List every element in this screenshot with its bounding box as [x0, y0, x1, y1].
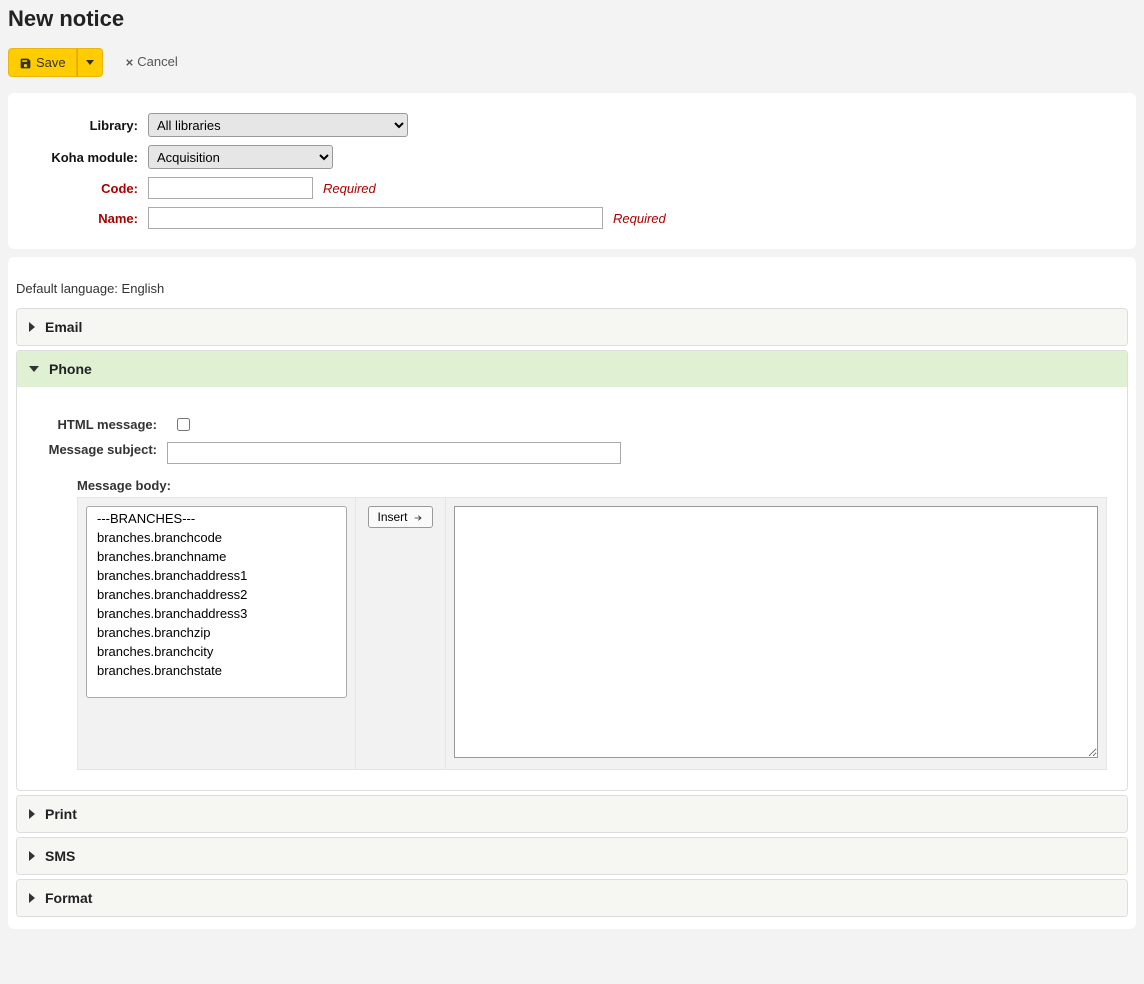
name-label: Name:: [28, 211, 148, 226]
library-label: Library:: [28, 118, 148, 133]
fields-list[interactable]: ---BRANCHES---branches.branchcodebranche…: [86, 506, 347, 698]
close-icon: [124, 54, 135, 69]
save-button-label: Save: [36, 55, 66, 70]
html-message-label: HTML message:: [37, 417, 167, 432]
html-message-checkbox[interactable]: [177, 418, 190, 431]
code-input[interactable]: [148, 177, 313, 199]
chevron-right-icon: [29, 893, 35, 903]
body-label: Message body:: [77, 478, 1107, 493]
section-format-header[interactable]: Format: [17, 880, 1127, 916]
section-phone: Phone HTML message: Message subject: Mes…: [16, 350, 1128, 791]
section-phone-title: Phone: [49, 361, 92, 377]
transports-panel: Default language: English Email Phone HT…: [8, 257, 1136, 929]
chevron-down-icon: [29, 366, 39, 372]
insert-button-label: Insert: [377, 510, 407, 524]
section-format: Format: [16, 879, 1128, 917]
insert-button[interactable]: Insert: [368, 506, 432, 528]
section-email: Email: [16, 308, 1128, 346]
section-email-title: Email: [45, 319, 82, 335]
default-language: Default language: English: [16, 281, 1128, 296]
chevron-right-icon: [29, 851, 35, 861]
module-label: Koha module:: [28, 150, 148, 165]
chevron-right-icon: [29, 809, 35, 819]
subject-label: Message subject:: [37, 442, 167, 458]
body-grid: ---BRANCHES---branches.branchcodebranche…: [77, 497, 1107, 770]
page-title: New notice: [8, 0, 1136, 32]
insert-column: Insert: [356, 498, 446, 769]
body-textarea[interactable]: [454, 506, 1098, 758]
name-required: Required: [613, 211, 666, 226]
caret-down-icon: [86, 60, 94, 65]
code-label: Code:: [28, 181, 148, 196]
section-phone-body: HTML message: Message subject: Message b…: [17, 387, 1127, 790]
editor-column: [446, 498, 1106, 769]
save-icon: [19, 55, 32, 70]
section-format-title: Format: [45, 890, 92, 906]
chevron-right-icon: [29, 322, 35, 332]
module-select[interactable]: Acquisition: [148, 145, 333, 169]
cancel-button-label: Cancel: [137, 54, 177, 69]
save-dropdown-toggle[interactable]: [77, 48, 103, 77]
section-sms-title: SMS: [45, 848, 75, 864]
main-form-panel: Library: All libraries Koha module: Acqu…: [8, 93, 1136, 249]
subject-input[interactable]: [167, 442, 621, 464]
toolbar: Save Cancel: [8, 48, 1136, 77]
section-sms: SMS: [16, 837, 1128, 875]
save-button[interactable]: Save: [8, 48, 77, 77]
library-select[interactable]: All libraries: [148, 113, 408, 137]
section-sms-header[interactable]: SMS: [17, 838, 1127, 874]
cancel-button[interactable]: Cancel: [114, 48, 187, 75]
fields-column: ---BRANCHES---branches.branchcodebranche…: [78, 498, 356, 769]
code-required: Required: [323, 181, 376, 196]
section-phone-header[interactable]: Phone: [17, 351, 1127, 387]
name-input[interactable]: [148, 207, 603, 229]
arrow-right-icon: [412, 510, 424, 524]
section-print-header[interactable]: Print: [17, 796, 1127, 832]
section-print-title: Print: [45, 806, 77, 822]
section-print: Print: [16, 795, 1128, 833]
section-email-header[interactable]: Email: [17, 309, 1127, 345]
